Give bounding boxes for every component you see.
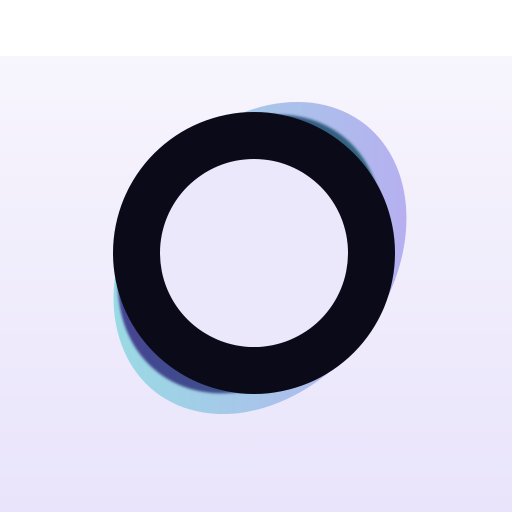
app-icon-tile xyxy=(0,56,512,512)
app-icon-frame xyxy=(0,0,512,512)
ring-logo-icon xyxy=(0,56,512,512)
ring-hole xyxy=(160,159,348,347)
